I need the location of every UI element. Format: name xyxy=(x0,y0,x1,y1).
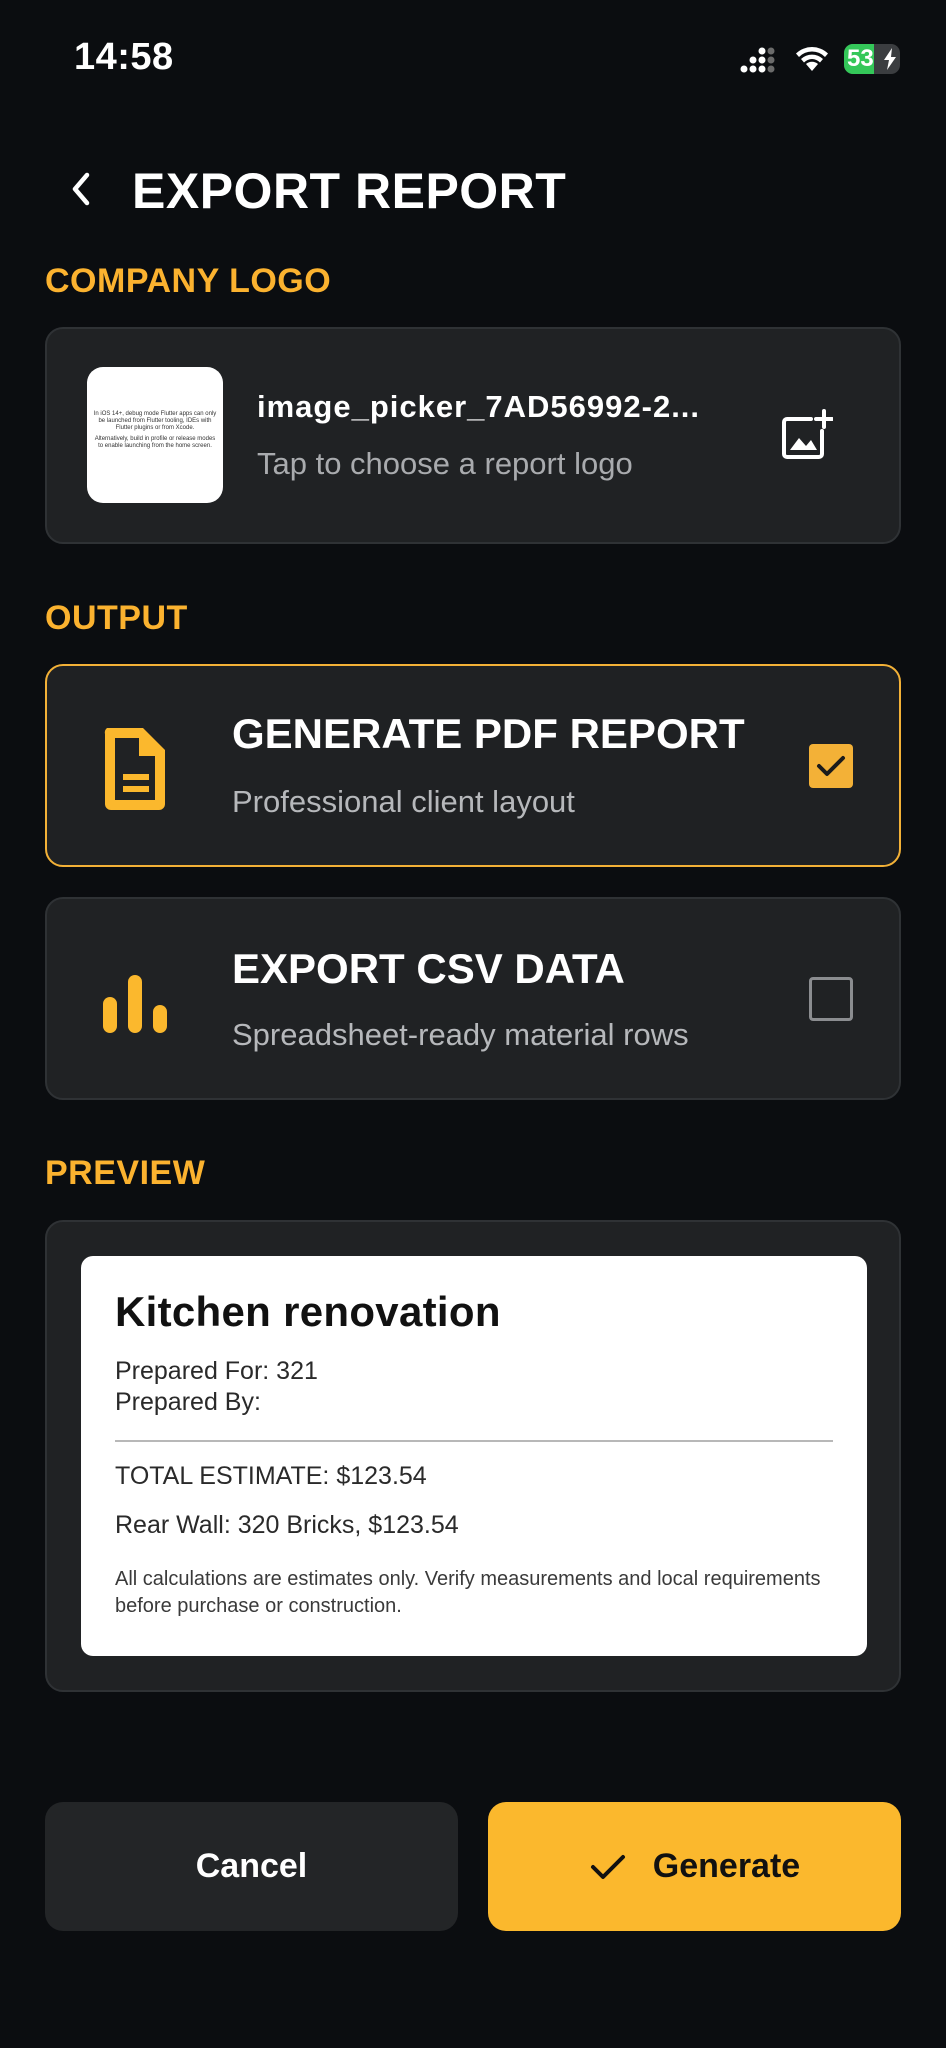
option-export-csv[interactable]: EXPORT CSV DATA Spreadsheet-ready materi… xyxy=(45,897,901,1100)
battery-indicator: 53 xyxy=(844,44,900,74)
preview-divider xyxy=(115,1440,833,1442)
back-button[interactable] xyxy=(56,164,106,214)
preview-prepared-for: Prepared For: 321 xyxy=(115,1357,318,1385)
charging-bolt-icon xyxy=(884,48,896,70)
chevron-left-icon xyxy=(72,172,90,206)
preview-prepared-by: Prepared By: xyxy=(115,1388,261,1416)
preview-card: Kitchen renovation Prepared For: 321 Pre… xyxy=(45,1220,901,1692)
thumbnail-text-1: In iOS 14+, debug mode Flutter apps can … xyxy=(93,411,217,431)
preview-disclaimer: All calculations are estimates only. Ver… xyxy=(115,1568,821,1617)
generate-button[interactable]: Generate xyxy=(488,1802,901,1931)
csv-checkbox[interactable] xyxy=(809,977,853,1021)
status-icons: 53 xyxy=(740,44,900,74)
checkmark-icon xyxy=(817,756,845,776)
option-subtitle-pdf: Professional client layout xyxy=(232,784,575,819)
preview-total: TOTAL ESTIMATE: $123.54 xyxy=(115,1462,427,1490)
logo-filename: image_picker_7AD56992-2... xyxy=(257,389,701,424)
status-time: 14:58 xyxy=(74,36,174,78)
header: EXPORT REPORT xyxy=(0,150,946,230)
cancel-button[interactable]: Cancel xyxy=(45,1802,458,1931)
option-generate-pdf[interactable]: GENERATE PDF REPORT Professional client … xyxy=(45,664,901,867)
cellular-signal-icon xyxy=(740,47,775,73)
document-icon xyxy=(104,728,165,810)
section-label-output: OUTPUT xyxy=(45,599,188,637)
section-label-preview: PREVIEW xyxy=(45,1154,206,1192)
bar-chart-icon xyxy=(103,975,167,1033)
logo-hint: Tap to choose a report logo xyxy=(257,446,633,481)
logo-picker-card[interactable]: In iOS 14+, debug mode Flutter apps can … xyxy=(45,327,901,544)
logo-thumbnail: In iOS 14+, debug mode Flutter apps can … xyxy=(87,367,223,503)
preview-title: Kitchen renovation xyxy=(115,1288,501,1335)
battery-percent: 53 xyxy=(847,45,874,72)
pdf-checkbox[interactable] xyxy=(809,744,853,788)
option-title-pdf: GENERATE PDF REPORT xyxy=(232,710,745,757)
wifi-icon xyxy=(796,47,828,71)
option-subtitle-csv: Spreadsheet-ready material rows xyxy=(232,1017,689,1052)
add-photo-icon[interactable] xyxy=(781,409,833,461)
option-title-csv: EXPORT CSV DATA xyxy=(232,945,625,992)
cancel-button-label: Cancel xyxy=(195,1847,308,1885)
preview-line-item: Rear Wall: 320 Bricks, $123.54 xyxy=(115,1511,459,1539)
generate-check-icon xyxy=(589,1852,627,1882)
report-preview: Kitchen renovation Prepared For: 321 Pre… xyxy=(81,1256,867,1656)
thumbnail-text-2: Alternatively, build in profile or relea… xyxy=(94,436,216,449)
generate-button-label: Generate xyxy=(652,1847,801,1885)
section-label-company-logo: COMPANY LOGO xyxy=(45,262,332,300)
page-title: EXPORT REPORT xyxy=(132,163,567,219)
status-bar: 14:58 53 xyxy=(0,0,946,120)
